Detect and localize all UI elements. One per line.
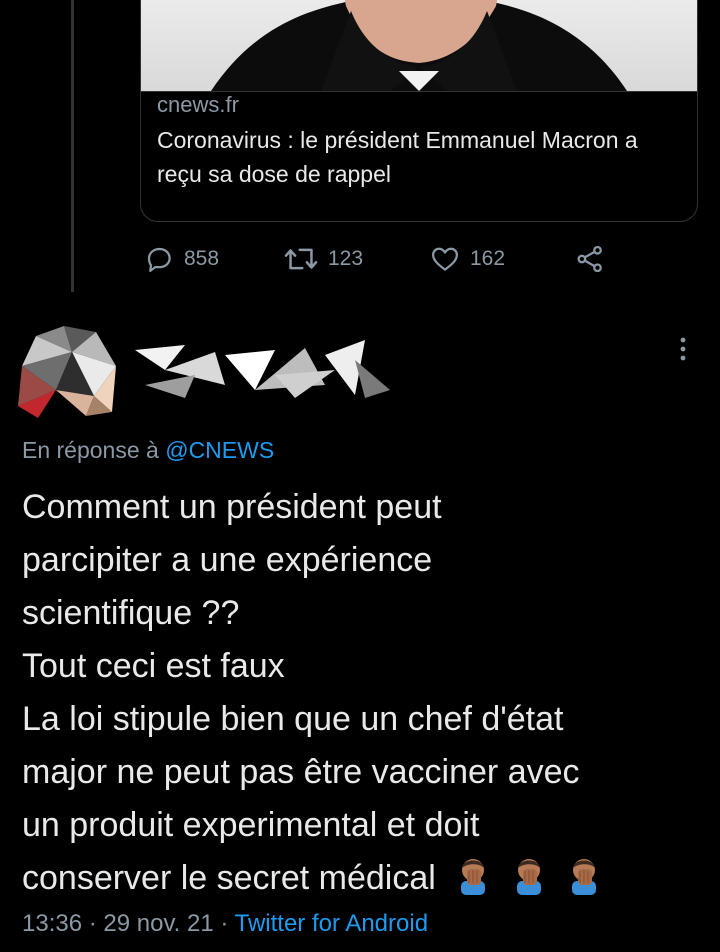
author-name-censored[interactable]: [125, 330, 395, 405]
tweet-text-line: parcipiter a une expérience: [22, 541, 433, 579]
facepalm-emoji-icon: [455, 855, 491, 895]
link-domain: cnews.fr: [157, 92, 239, 117]
tweet-time[interactable]: 13:36: [22, 910, 82, 937]
tweet-text-line: La loi stipule bien que un chef d'état: [22, 700, 564, 738]
replying-to: En réponse à @CNEWS: [22, 437, 274, 464]
tweet-text-line: Comment un président peut: [22, 488, 442, 526]
link-preview-image[interactable]: [141, 0, 697, 91]
tweet-text-line: conserver le secret médical: [22, 859, 436, 897]
facepalm-emoji-icon: [566, 855, 602, 895]
tweet-actions-bar: 858 123 162: [140, 242, 620, 276]
like-button[interactable]: 162: [430, 242, 505, 276]
avatar[interactable]: [16, 316, 120, 420]
tweet-text-last-line: conserver le secret médical: [22, 852, 712, 905]
meta-separator: ·: [220, 910, 229, 937]
facepalm-emoji-icon: [511, 855, 547, 895]
link-preview-card[interactable]: cnews.fr Coronavirus : le président Emma…: [140, 0, 698, 222]
more-options-icon[interactable]: [678, 334, 688, 364]
retweet-count: 123: [328, 247, 364, 270]
retweet-button[interactable]: 123: [284, 242, 363, 276]
reply-icon: [144, 244, 174, 274]
tweet-text-line: un produit experimental et doit: [22, 806, 480, 844]
tweet-source-link[interactable]: Twitter for Android: [235, 910, 428, 937]
tweet-metadata: 13:36 · 29 nov. 21 · Twitter for Android: [22, 910, 428, 938]
link-title: Coronavirus : le président Emmanuel Macr…: [157, 127, 638, 187]
tweet-text-line: scientifique ??: [22, 594, 240, 632]
tweet-text-line: major ne peut pas être vacciner avec: [22, 753, 580, 791]
reply-button[interactable]: 858: [144, 242, 219, 276]
tweet-date[interactable]: 29 nov. 21: [103, 910, 213, 937]
mention-link[interactable]: @CNEWS: [165, 437, 274, 463]
meta-separator: ·: [88, 910, 97, 937]
tweet-text-line: Tout ceci est faux: [22, 647, 285, 685]
like-count: 162: [470, 247, 506, 270]
retweet-icon: [284, 244, 318, 274]
thread-connector-line: [71, 0, 74, 292]
replying-to-label: En réponse à: [22, 437, 159, 463]
heart-icon: [430, 244, 460, 274]
share-button[interactable]: [575, 242, 605, 276]
reply-author-header: [0, 300, 720, 420]
share-icon: [575, 244, 605, 274]
tweet-text: Comment un président peut parcipiter a u…: [22, 481, 712, 905]
reply-count: 858: [184, 247, 220, 270]
